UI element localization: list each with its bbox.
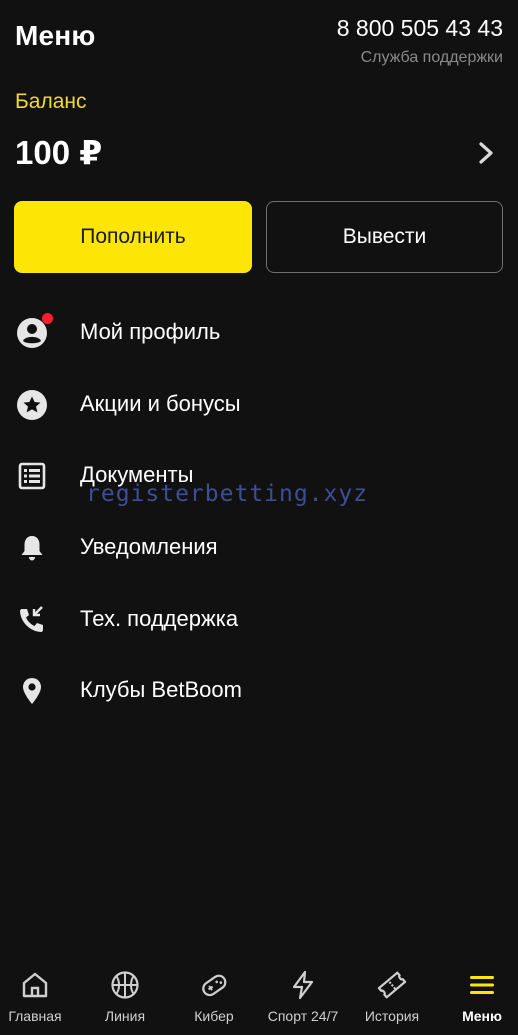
- lightning-icon: [292, 970, 314, 1000]
- ticket-icon: [377, 971, 407, 999]
- nav-label: Спорт 24/7: [267, 1008, 339, 1024]
- nav-sport-247[interactable]: Спорт 24/7: [258, 956, 348, 1035]
- phone-support-icon: [20, 606, 43, 632]
- topup-button[interactable]: Пополнить: [14, 201, 252, 273]
- nav-label: Кибер: [194, 1008, 234, 1024]
- nav-label: Главная: [8, 1008, 62, 1024]
- support-phone-link[interactable]: 8 800 505 43 43: [337, 15, 503, 42]
- nav-label: История: [364, 1008, 420, 1024]
- basketball-icon: [111, 971, 139, 999]
- menu-item-documents[interactable]: Документы: [0, 447, 518, 503]
- nav-cyber[interactable]: Кибер: [169, 956, 259, 1035]
- home-icon: [22, 972, 48, 998]
- balance-label: Баланс: [15, 90, 87, 113]
- menu-item-profile[interactable]: Мой профиль: [0, 304, 518, 360]
- support-label: Служба поддержки: [360, 49, 503, 66]
- menu-item-support[interactable]: Тех. поддержка: [0, 591, 518, 647]
- location-pin-icon: [23, 678, 41, 704]
- nav-label: Меню: [462, 1008, 502, 1024]
- menu-item-label: Тех. поддержка: [80, 606, 239, 631]
- gamepad-icon: [202, 974, 227, 997]
- nav-line[interactable]: Линия: [80, 956, 170, 1035]
- star-icon: [17, 390, 47, 420]
- menu-item-notifications[interactable]: Уведомления: [0, 519, 518, 575]
- document-list-icon: [18, 462, 46, 490]
- menu-item-label: Клубы BetBoom: [80, 677, 242, 702]
- nav-menu[interactable]: Меню: [437, 956, 518, 1035]
- withdraw-button[interactable]: Вывести: [266, 201, 503, 273]
- bottom-nav: Главная Линия Кибер Спорт 24/7 История М…: [0, 956, 518, 1035]
- menu-item-label: Мой профиль: [80, 319, 221, 344]
- nav-home[interactable]: Главная: [0, 956, 80, 1035]
- nav-history[interactable]: История: [347, 956, 437, 1035]
- menu-item-promotions[interactable]: Акции и бонусы: [0, 376, 518, 432]
- menu-item-label: Уведомления: [80, 534, 218, 559]
- menu-item-clubs[interactable]: Клубы BetBoom: [0, 662, 518, 718]
- chevron-right-icon[interactable]: [472, 138, 500, 168]
- bell-icon: [21, 536, 43, 561]
- menu-item-label: Акции и бонусы: [80, 391, 241, 416]
- header: Меню 8 800 505 43 43 Служба поддержки: [0, 0, 518, 80]
- balance-amount[interactable]: 100 ₽: [15, 133, 102, 172]
- menu-item-label: Документы: [80, 462, 194, 487]
- notification-dot: [42, 313, 53, 324]
- nav-label: Линия: [104, 1008, 146, 1024]
- page-title: Меню: [15, 20, 96, 51]
- hamburger-menu-icon: [470, 976, 494, 994]
